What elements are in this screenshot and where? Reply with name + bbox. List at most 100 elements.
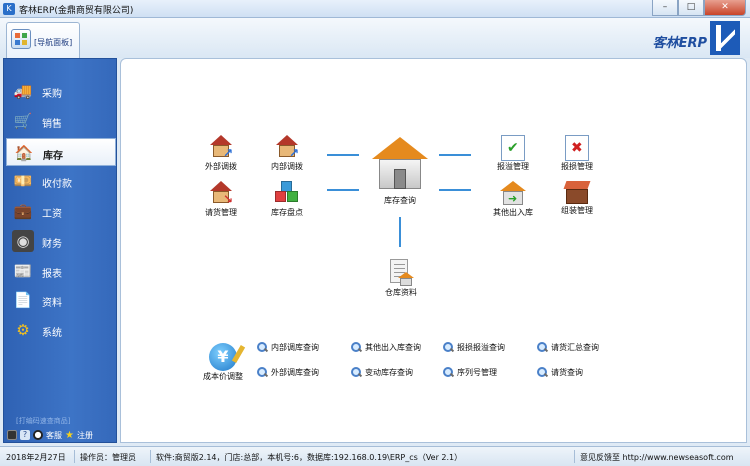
k-logo-icon [710, 21, 740, 55]
sidebar-item-label: 工资 [42, 209, 62, 220]
close-button[interactable]: ✕ [704, 0, 746, 16]
sidebar-item-inventory[interactable]: 🏠 库存 [6, 138, 116, 166]
star-icon: ★ [65, 429, 74, 441]
query-link[interactable]: 其他出入库查询 [351, 340, 421, 354]
sidebar-item-salary[interactable]: 💼 工资 [6, 197, 116, 225]
magnifier-icon [257, 366, 268, 378]
sidebar-item-label: 报表 [42, 269, 62, 280]
safe-icon: ◉ [12, 230, 34, 252]
warehouse-doc-icon [388, 259, 414, 287]
title-bar: K 客林ERP(金鼎商贸有限公司) – □ ✕ [0, 0, 750, 18]
node-label: 其他出入库 [493, 208, 533, 217]
penguin-icon[interactable]: ● [33, 430, 43, 440]
status-feedback[interactable]: 意见反馈至 http://www.newseasoft.com [580, 452, 734, 463]
register-link[interactable]: 注册 [77, 430, 93, 441]
query-link-label: 报损报溢查询 [457, 342, 505, 352]
query-link[interactable]: 报损报溢查询 [443, 340, 505, 354]
magnifier-icon [443, 341, 454, 353]
node-label: 报损管理 [561, 162, 593, 171]
sidebar-item-data[interactable]: 📄 资料 [6, 286, 116, 314]
query-link-label: 外部调库查询 [271, 367, 319, 377]
magnifier-icon [351, 366, 362, 378]
connector-line [399, 217, 401, 247]
overflow-mgmt-node[interactable]: 报溢管理 [493, 135, 533, 172]
query-link[interactable]: 内部调库查询 [257, 340, 319, 354]
external-transfer-node[interactable]: ↗ 外部调拨 [201, 135, 241, 172]
status-bar: 2018年2月27日 操作员：管理员 软件:商贸版2.14，门店:总部，本机号:… [0, 446, 750, 466]
connector-line [327, 154, 359, 156]
status-separator [150, 450, 151, 463]
box-icon [563, 181, 591, 205]
internal-transfer-node[interactable]: ↗ 内部调拨 [267, 135, 307, 172]
truck-icon: 🚚 [13, 82, 33, 100]
damage-mgmt-node[interactable]: 报损管理 [557, 135, 597, 172]
node-label: 成本价调整 [203, 372, 243, 381]
inventory-query-node[interactable]: 库存查询 [367, 135, 433, 206]
status-operator: 操作员：管理员 [80, 453, 136, 462]
connector-line [439, 154, 471, 156]
query-link-label: 其他出入库查询 [365, 342, 421, 352]
sidebar-item-payments[interactable]: 💴 收付款 [6, 167, 116, 195]
magnifier-icon [537, 341, 548, 353]
cost-adjust-node[interactable]: ¥ 成本价调整 [199, 343, 247, 382]
calculator-icon[interactable] [7, 430, 17, 440]
node-label: 组装管理 [561, 206, 593, 215]
sidebar-item-label: 收付款 [42, 179, 72, 190]
warehouse-icon [372, 135, 428, 191]
sidebar-item-purchase[interactable]: 🚚 采购 [6, 77, 116, 105]
magnifier-icon [351, 341, 362, 353]
sidebar-item-label: 财务 [42, 239, 62, 250]
other-inout-node[interactable]: ➜ 其他出入库 [489, 181, 537, 218]
stocktake-node[interactable]: 库存盘点 [267, 181, 307, 218]
dashboard-icon [11, 29, 31, 49]
sidebar-item-label: 销售 [42, 119, 62, 130]
sidebar-item-system[interactable]: ⚙ 系统 [6, 316, 116, 344]
node-label: 库存盘点 [271, 208, 303, 217]
document-icon: 📄 [13, 291, 33, 309]
assembly-mgmt-node[interactable]: 组装管理 [557, 181, 597, 216]
query-link[interactable]: 变动库存查询 [351, 365, 413, 379]
request-goods-node[interactable]: ↘ 请货管理 [201, 181, 241, 218]
query-link-label: 序列号管理 [457, 367, 497, 377]
node-label: 外部调拨 [205, 162, 237, 171]
magnifier-icon [443, 366, 454, 378]
magnifier-icon [537, 366, 548, 378]
connector-line [439, 189, 471, 191]
status-separator [74, 450, 75, 463]
check-document-icon [501, 135, 525, 161]
gear-icon: ⚙ [16, 321, 30, 339]
sidebar: 🚚 采购 🛒 销售 🏠 库存 💴 收付款 💼 工资 ◉ 财务 📰 报表 📄 资料… [3, 58, 117, 443]
query-link[interactable]: 请货查询 [537, 365, 583, 379]
money-icon: 💴 [13, 172, 33, 190]
magnifier-icon [257, 341, 268, 353]
node-label: 仓库资料 [385, 288, 417, 297]
sidebar-item-label: 库存 [43, 151, 63, 162]
sidebar-item-finance[interactable]: ◉ 财务 [6, 227, 116, 255]
support-link[interactable]: 客服 [46, 430, 62, 441]
maximize-button[interactable]: □ [678, 0, 704, 16]
help-icon[interactable]: ? [20, 430, 30, 440]
inout-house-icon: ➜ [499, 181, 527, 207]
tab-navigation-panel[interactable]: [导航面板] [6, 22, 80, 58]
warehouse-info-node[interactable]: 仓库资料 [381, 259, 421, 298]
app-icon: K [3, 3, 15, 15]
sidebar-item-sales[interactable]: 🛒 销售 [6, 107, 116, 135]
query-link-label: 请货汇总查询 [551, 342, 599, 352]
sidebar-item-label: 资料 [42, 298, 62, 309]
house-icon: 🏠 [14, 144, 34, 162]
status-date: 2018年2月27日 [6, 453, 66, 462]
window-controls: – □ ✕ [652, 0, 746, 16]
barcode-search-link[interactable]: [打编码速查商品] [16, 416, 70, 426]
node-label: 内部调拨 [271, 162, 303, 171]
query-link[interactable]: 外部调库查询 [257, 365, 319, 379]
query-link[interactable]: 请货汇总查询 [537, 340, 599, 354]
transfer-house-icon: ↗ [208, 135, 234, 161]
query-link[interactable]: 序列号管理 [443, 365, 497, 379]
query-link-label: 请货查询 [551, 367, 583, 377]
status-info: 软件:商贸版2.14，门店:总部，本机号:6，数据库:192.168.0.19\… [156, 453, 463, 462]
window-title: 客林ERP(金鼎商贸有限公司) [19, 6, 134, 16]
sidebar-item-label: 采购 [42, 89, 62, 100]
yen-icon: ¥ [209, 343, 237, 371]
minimize-button[interactable]: – [652, 0, 678, 16]
sidebar-item-reports[interactable]: 📰 报表 [6, 257, 116, 285]
